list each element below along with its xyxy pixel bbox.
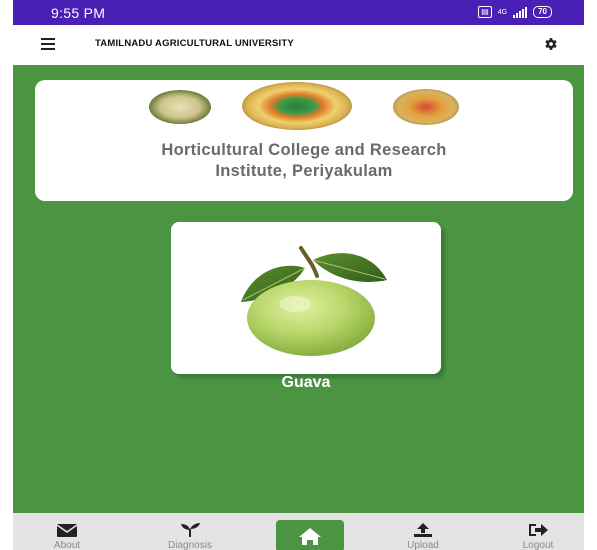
app-title: TAMILNADU AGRICULTURAL UNIVERSITY bbox=[95, 38, 294, 49]
nav-logout-label: Logout bbox=[522, 540, 554, 550]
college-name-line2: Institute, Periyakulam bbox=[215, 162, 393, 180]
envelope-icon bbox=[56, 524, 78, 537]
logout-icon bbox=[529, 524, 548, 536]
university-emblem-logo bbox=[149, 90, 211, 124]
sprout-icon bbox=[181, 523, 200, 537]
battery-level: 70 bbox=[538, 7, 547, 16]
upload-icon bbox=[414, 523, 432, 537]
nav-diagnosis-label: Diagnosis bbox=[168, 540, 212, 550]
nav-upload-label: Upload bbox=[407, 540, 439, 550]
college-name-line1: Horticultural College and Research bbox=[161, 141, 447, 159]
status-indicators: ▤ 4G 70 bbox=[478, 6, 552, 18]
crop-card-guava[interactable] bbox=[171, 222, 441, 374]
nav-about[interactable]: About bbox=[27, 522, 107, 550]
government-emblem-logo bbox=[393, 89, 459, 125]
signal-icon bbox=[513, 6, 528, 18]
nav-home[interactable] bbox=[276, 520, 344, 550]
nav-diagnosis[interactable]: Diagnosis bbox=[150, 522, 230, 550]
guava-image bbox=[241, 246, 387, 356]
app-screen: 9:55 PM ▤ 4G 70 TAMILNADU AGRICULTURAL U… bbox=[13, 0, 584, 550]
gear-icon[interactable] bbox=[544, 37, 558, 51]
battery-icon: 70 bbox=[533, 6, 552, 18]
app-bar: TAMILNADU AGRICULTURAL UNIVERSITY bbox=[13, 25, 584, 65]
hamburger-menu-icon[interactable] bbox=[41, 38, 55, 50]
network-type: 4G bbox=[497, 8, 508, 16]
college-name: Horticultural College and Research Insti… bbox=[35, 140, 573, 182]
nav-upload[interactable]: Upload bbox=[383, 522, 463, 550]
college-card: Horticultural College and Research Insti… bbox=[35, 80, 573, 201]
home-icon bbox=[299, 528, 321, 545]
crop-name: Guava bbox=[281, 374, 331, 391]
status-time: 9:55 PM bbox=[51, 5, 106, 21]
bottom-navigation: About Diagnosis Upload Logout bbox=[13, 513, 584, 550]
nav-about-label: About bbox=[53, 540, 81, 550]
tnau-seal-logo bbox=[242, 82, 352, 130]
status-bar: 9:55 PM ▤ 4G 70 bbox=[13, 0, 584, 25]
nav-logout[interactable]: Logout bbox=[498, 522, 578, 550]
sim-icon: ▤ bbox=[478, 6, 492, 18]
main-content: Horticultural College and Research Insti… bbox=[13, 65, 584, 513]
